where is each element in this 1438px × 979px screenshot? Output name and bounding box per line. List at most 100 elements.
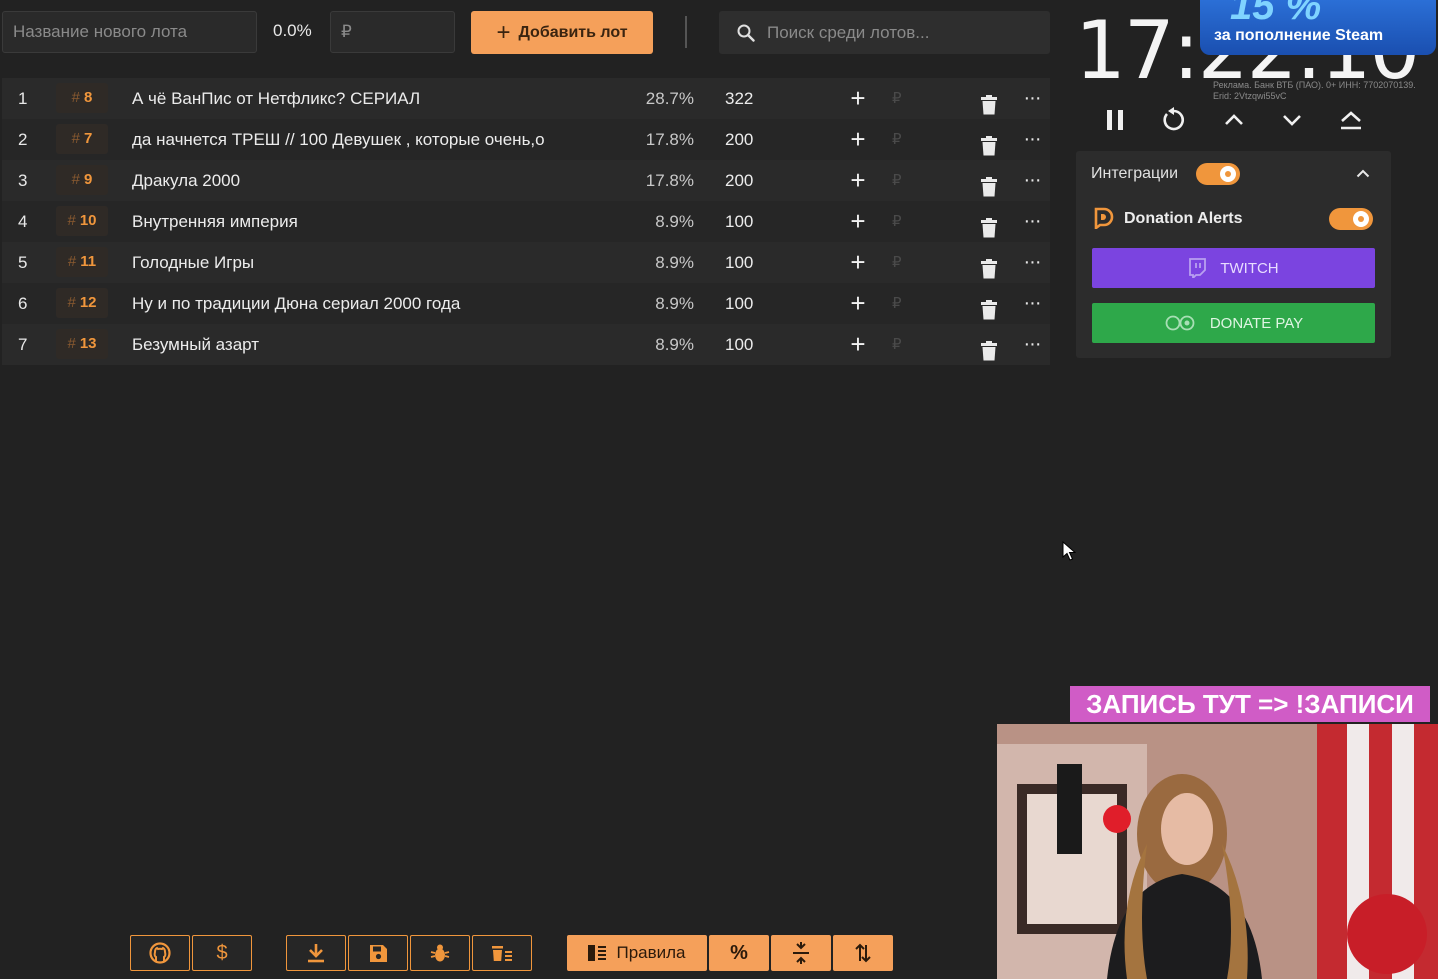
- timer-up-button[interactable]: [1218, 104, 1250, 136]
- add-lot-button[interactable]: + Добавить лот: [471, 11, 653, 54]
- toolbar-view: Правила %: [567, 935, 895, 973]
- lot-index: 3: [18, 171, 28, 190]
- donation-alerts-toggle[interactable]: [1329, 208, 1373, 230]
- donatepay-button[interactable]: DONATE PAY: [1092, 303, 1375, 343]
- save-button[interactable]: [348, 935, 408, 971]
- lot-name[interactable]: Внутренняя империя: [132, 201, 632, 242]
- amount-ruble-input[interactable]: ₽: [892, 119, 908, 160]
- lot-amount[interactable]: 100: [725, 324, 805, 365]
- amount-ruble-input[interactable]: ₽: [892, 78, 908, 119]
- add-amount-button[interactable]: +: [846, 160, 870, 201]
- integrations-panel: Интеграции Donation Alerts TWITCH DONATE…: [1076, 151, 1391, 358]
- search-box[interactable]: [719, 11, 1050, 54]
- lot-amount[interactable]: 200: [725, 160, 805, 201]
- chevron-up-icon: [1225, 114, 1243, 125]
- donation-alerts-label: Donation Alerts: [1124, 210, 1243, 227]
- trash-icon: [981, 259, 997, 279]
- add-amount-button[interactable]: +: [846, 201, 870, 242]
- add-amount-button[interactable]: +: [846, 78, 870, 119]
- rules-button[interactable]: Правила: [567, 935, 707, 971]
- integrations-toggle[interactable]: [1196, 163, 1240, 185]
- percent-toggle-button[interactable]: %: [709, 935, 769, 971]
- lot-percent: 8.9%: [655, 294, 694, 313]
- integrations-title: Интеграции: [1091, 165, 1179, 182]
- github-button[interactable]: [130, 935, 190, 971]
- add-lot-label: Добавить лот: [518, 23, 628, 41]
- amount-ruble-input[interactable]: ₽: [892, 283, 908, 324]
- ad-disclaimer: Реклама. Банк ВТБ (ПАО). 0+ ИНН: 7702070…: [1213, 80, 1416, 101]
- collapse-button[interactable]: [1356, 165, 1370, 183]
- download-button[interactable]: [286, 935, 346, 971]
- bug-icon: [430, 944, 450, 962]
- lot-name[interactable]: Дракула 2000: [132, 160, 632, 201]
- donate-button[interactable]: $: [192, 935, 252, 971]
- sort-button[interactable]: [833, 935, 893, 971]
- amount-ruble-input[interactable]: ₽: [892, 201, 908, 242]
- toolbar-divider: [685, 16, 687, 48]
- lot-amount[interactable]: 100: [725, 283, 805, 324]
- timer-eject-button[interactable]: [1335, 104, 1367, 136]
- lot-id-badge: #10: [56, 206, 108, 236]
- more-options-button[interactable]: ···: [1020, 283, 1044, 324]
- lot-id-badge: #11: [56, 247, 108, 277]
- lot-row[interactable]: 7 #13 Безумный азарт 8.9% 100 + ₽ ···: [2, 324, 1050, 365]
- lot-name[interactable]: Ну и по традиции Дюна сериал 2000 года: [132, 283, 632, 324]
- amount-ruble-input[interactable]: ₽: [892, 242, 908, 283]
- search-icon: [737, 24, 755, 42]
- lot-percent: 17.8%: [645, 130, 694, 149]
- delete-all-button[interactable]: [472, 935, 532, 971]
- lot-row[interactable]: 5 #11 Голодные Игры 8.9% 100 + ₽ ···: [2, 242, 1050, 283]
- trash-icon: [981, 341, 997, 361]
- bug-report-button[interactable]: [410, 935, 470, 971]
- lot-amount-input[interactable]: [330, 11, 455, 53]
- lot-row[interactable]: 3 #9 Дракула 2000 17.8% 200 + ₽ ···: [2, 160, 1050, 201]
- more-options-button[interactable]: ···: [1020, 160, 1044, 201]
- search-input[interactable]: [765, 21, 1039, 44]
- lot-id-badge: #13: [56, 329, 108, 359]
- lot-amount[interactable]: 322: [725, 78, 805, 119]
- trash-icon: [981, 136, 997, 156]
- rules-icon: [588, 945, 607, 961]
- promo-banner: 15 % за пополнение Steam: [1200, 0, 1436, 55]
- chevron-up-icon: [1356, 169, 1370, 178]
- mouse-cursor-icon: [1062, 541, 1076, 561]
- twitch-label: TWITCH: [1220, 259, 1279, 277]
- reset-button[interactable]: [1158, 104, 1190, 136]
- add-amount-button[interactable]: +: [846, 242, 870, 283]
- more-options-button[interactable]: ···: [1020, 78, 1044, 119]
- toolbar-file: [286, 935, 534, 973]
- add-amount-button[interactable]: +: [846, 119, 870, 160]
- delete-lot-button[interactable]: [980, 335, 998, 376]
- more-options-button[interactable]: ···: [1020, 324, 1044, 365]
- twitch-icon: [1189, 258, 1207, 278]
- lot-name[interactable]: Безумный азарт: [132, 324, 632, 365]
- pause-button[interactable]: [1099, 104, 1131, 136]
- lot-row[interactable]: 1 #8 А чё ВанПис от Нетфликс? СЕРИАЛ 28.…: [2, 78, 1050, 119]
- percent-icon: %: [730, 941, 748, 964]
- lot-amount[interactable]: 100: [725, 201, 805, 242]
- more-options-button[interactable]: ···: [1020, 201, 1044, 242]
- lot-row[interactable]: 6 #12 Ну и по традиции Дюна сериал 2000 …: [2, 283, 1050, 324]
- delete-all-icon: [492, 946, 512, 961]
- lot-row[interactable]: 2 #7 да начнется ТРЕШ // 100 Девушек , к…: [2, 119, 1050, 160]
- amount-ruble-input[interactable]: ₽: [892, 160, 908, 201]
- amount-ruble-input[interactable]: ₽: [892, 324, 908, 365]
- lot-amount[interactable]: 100: [725, 242, 805, 283]
- lot-percent: 8.9%: [655, 335, 694, 354]
- lot-name[interactable]: А чё ВанПис от Нетфликс? СЕРИАЛ: [132, 78, 632, 119]
- lot-percent: 8.9%: [655, 253, 694, 272]
- add-amount-button[interactable]: +: [846, 324, 870, 365]
- lot-name-input[interactable]: [2, 11, 257, 53]
- timer-down-button[interactable]: [1276, 104, 1308, 136]
- more-options-button[interactable]: ···: [1020, 242, 1044, 283]
- lot-index: 6: [18, 294, 28, 313]
- lot-row[interactable]: 4 #10 Внутренняя империя 8.9% 100 + ₽ ··…: [2, 201, 1050, 242]
- twitch-button[interactable]: TWITCH: [1092, 248, 1375, 288]
- lot-name[interactable]: да начнется ТРЕШ // 100 Девушек , которы…: [132, 119, 632, 160]
- lot-name[interactable]: Голодные Игры: [132, 242, 632, 283]
- compact-view-button[interactable]: [771, 935, 831, 971]
- more-options-button[interactable]: ···: [1020, 119, 1044, 160]
- lot-amount[interactable]: 200: [725, 119, 805, 160]
- add-amount-button[interactable]: +: [846, 283, 870, 324]
- donatepay-icon: [1165, 315, 1195, 331]
